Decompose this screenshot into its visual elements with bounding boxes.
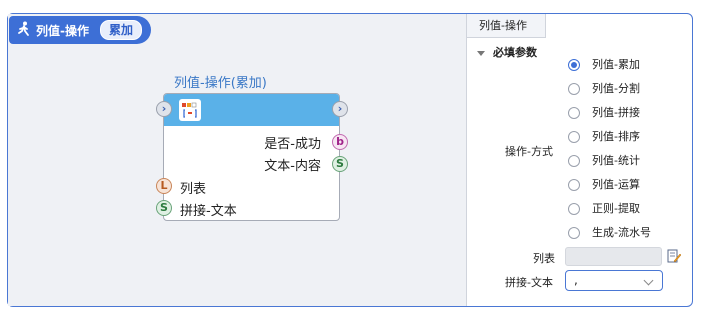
success-out-port[interactable]: b [332,134,348,150]
radio-split[interactable] [568,83,580,95]
radio-sort[interactable] [568,131,580,143]
join-text-value: , [574,273,578,287]
radio-join[interactable] [568,107,580,119]
collapse-caret-icon [477,50,485,56]
join-field-label: 拼接-文本 [505,276,553,289]
chevron-down-icon [643,275,654,286]
section-title: 必填参数 [493,46,537,59]
required-params-section[interactable]: 必填参数 [477,44,537,60]
mode-badge[interactable]: 累加 [100,20,143,40]
output-text-label: 文本-内容 [264,159,321,174]
node-title: 列值-操作(累加) [174,76,267,91]
output-success-label: 是否-成功 [264,137,321,152]
header-title: 列值-操作 [36,24,89,38]
action-header[interactable]: 列值-操作 累加 [9,16,151,44]
input-join-label: 拼接-文本 [180,204,237,219]
input-list-label: 列表 [180,182,207,197]
edit-icon[interactable] [667,248,681,264]
list-field[interactable] [565,247,662,266]
join-in-port[interactable]: S [156,200,172,216]
tab-properties[interactable]: 列值-操作 [467,14,546,38]
radio-compute[interactable] [568,179,580,191]
exec-in-port[interactable]: › [156,101,172,117]
walk-icon [18,21,29,36]
radio-regex[interactable] [568,203,580,215]
node-header[interactable] [164,94,339,126]
exec-out-port[interactable]: › [332,101,348,117]
radio-stats[interactable] [568,155,580,167]
text-out-port[interactable]: S [332,156,348,172]
radio-serial[interactable] [568,227,580,239]
list-in-port[interactable]: L [156,178,172,194]
flow-node[interactable]: 是否-成功 文本-内容 列表 拼接-文本 [163,93,340,221]
panel-divider [466,14,467,306]
join-text-select[interactable]: , [565,270,663,291]
list-block-icon [179,99,201,121]
radio-accumulate[interactable] [568,59,580,71]
operation-label: 操作-方式 [505,145,553,158]
list-field-label: 列表 [533,252,555,265]
